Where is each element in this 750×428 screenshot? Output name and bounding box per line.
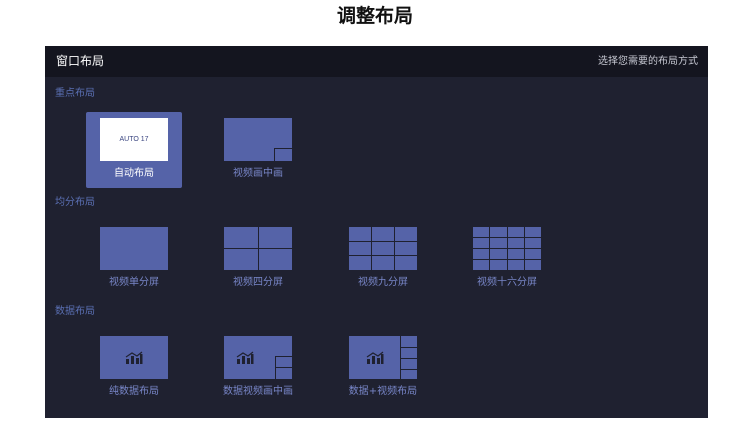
side-video-window xyxy=(400,336,417,347)
data-only-thumbnail xyxy=(100,336,168,379)
pip-window xyxy=(274,148,292,161)
auto-layout-thumb-text: AUTO 17 xyxy=(119,136,149,143)
side-video-window xyxy=(400,369,417,379)
layout-option-label: 视频四分屏 xyxy=(233,277,283,288)
layout-option-label: 视频单分屏 xyxy=(109,277,159,288)
video-four-thumbnail xyxy=(224,227,292,270)
four-grid xyxy=(224,227,292,270)
layout-option-label: 视频画中画 xyxy=(233,168,283,179)
layout-option-label: 数据视频画中画 xyxy=(223,386,293,397)
panel-title: 窗口布局 xyxy=(56,54,105,68)
video-pip-thumbnail xyxy=(224,118,292,161)
pip-video-window xyxy=(275,367,292,379)
bar-line-chart-icon xyxy=(125,351,143,364)
layout-option-video-four[interactable]: 视频四分屏 xyxy=(210,221,306,297)
bar-line-chart-icon xyxy=(366,351,384,364)
video-single-thumbnail xyxy=(100,227,168,270)
layout-option-video-nine[interactable]: 视频九分屏 xyxy=(335,221,431,297)
bar-line-chart-icon xyxy=(236,351,254,364)
layout-panel: 窗口布局 选择您需要的布局方式 重点布局 AUTO 17 自动布局 视频画中画 … xyxy=(45,46,708,418)
sixteen-grid xyxy=(473,227,541,270)
panel-hint: 选择您需要的布局方式 xyxy=(598,56,698,67)
nine-grid xyxy=(349,227,417,270)
page-title: 调整布局 xyxy=(336,5,413,27)
side-video-window xyxy=(400,347,417,358)
layout-option-data-only[interactable]: 纯数据布局 xyxy=(86,330,182,406)
section-label-even: 均分布局 xyxy=(55,197,95,208)
data-video-thumbnail xyxy=(349,336,417,379)
video-sixteen-thumbnail xyxy=(473,227,541,270)
panel-header: 窗口布局 选择您需要的布局方式 xyxy=(45,46,708,77)
video-nine-thumbnail xyxy=(349,227,417,270)
layout-option-label: 自动布局 xyxy=(114,168,154,179)
layout-option-label: 视频十六分屏 xyxy=(477,277,537,288)
layout-option-data-video[interactable]: 数据+视频布局 xyxy=(335,330,431,406)
layout-option-video-pip[interactable]: 视频画中画 xyxy=(210,112,306,188)
layout-option-video-sixteen[interactable]: 视频十六分屏 xyxy=(459,221,555,297)
section-label-data: 数据布局 xyxy=(55,306,95,317)
layout-option-label: 数据+视频布局 xyxy=(348,386,418,397)
data-video-pip-thumbnail xyxy=(224,336,292,379)
layout-option-label: 纯数据布局 xyxy=(109,386,159,397)
layout-option-data-video-pip[interactable]: 数据视频画中画 xyxy=(210,330,306,406)
auto-layout-thumbnail: AUTO 17 xyxy=(100,118,168,161)
side-video-window xyxy=(400,358,417,369)
layout-option-auto[interactable]: AUTO 17 自动布局 xyxy=(86,112,182,188)
layout-option-label: 视频九分屏 xyxy=(358,277,408,288)
layout-option-video-single[interactable]: 视频单分屏 xyxy=(86,221,182,297)
section-label-focus: 重点布局 xyxy=(55,88,95,99)
